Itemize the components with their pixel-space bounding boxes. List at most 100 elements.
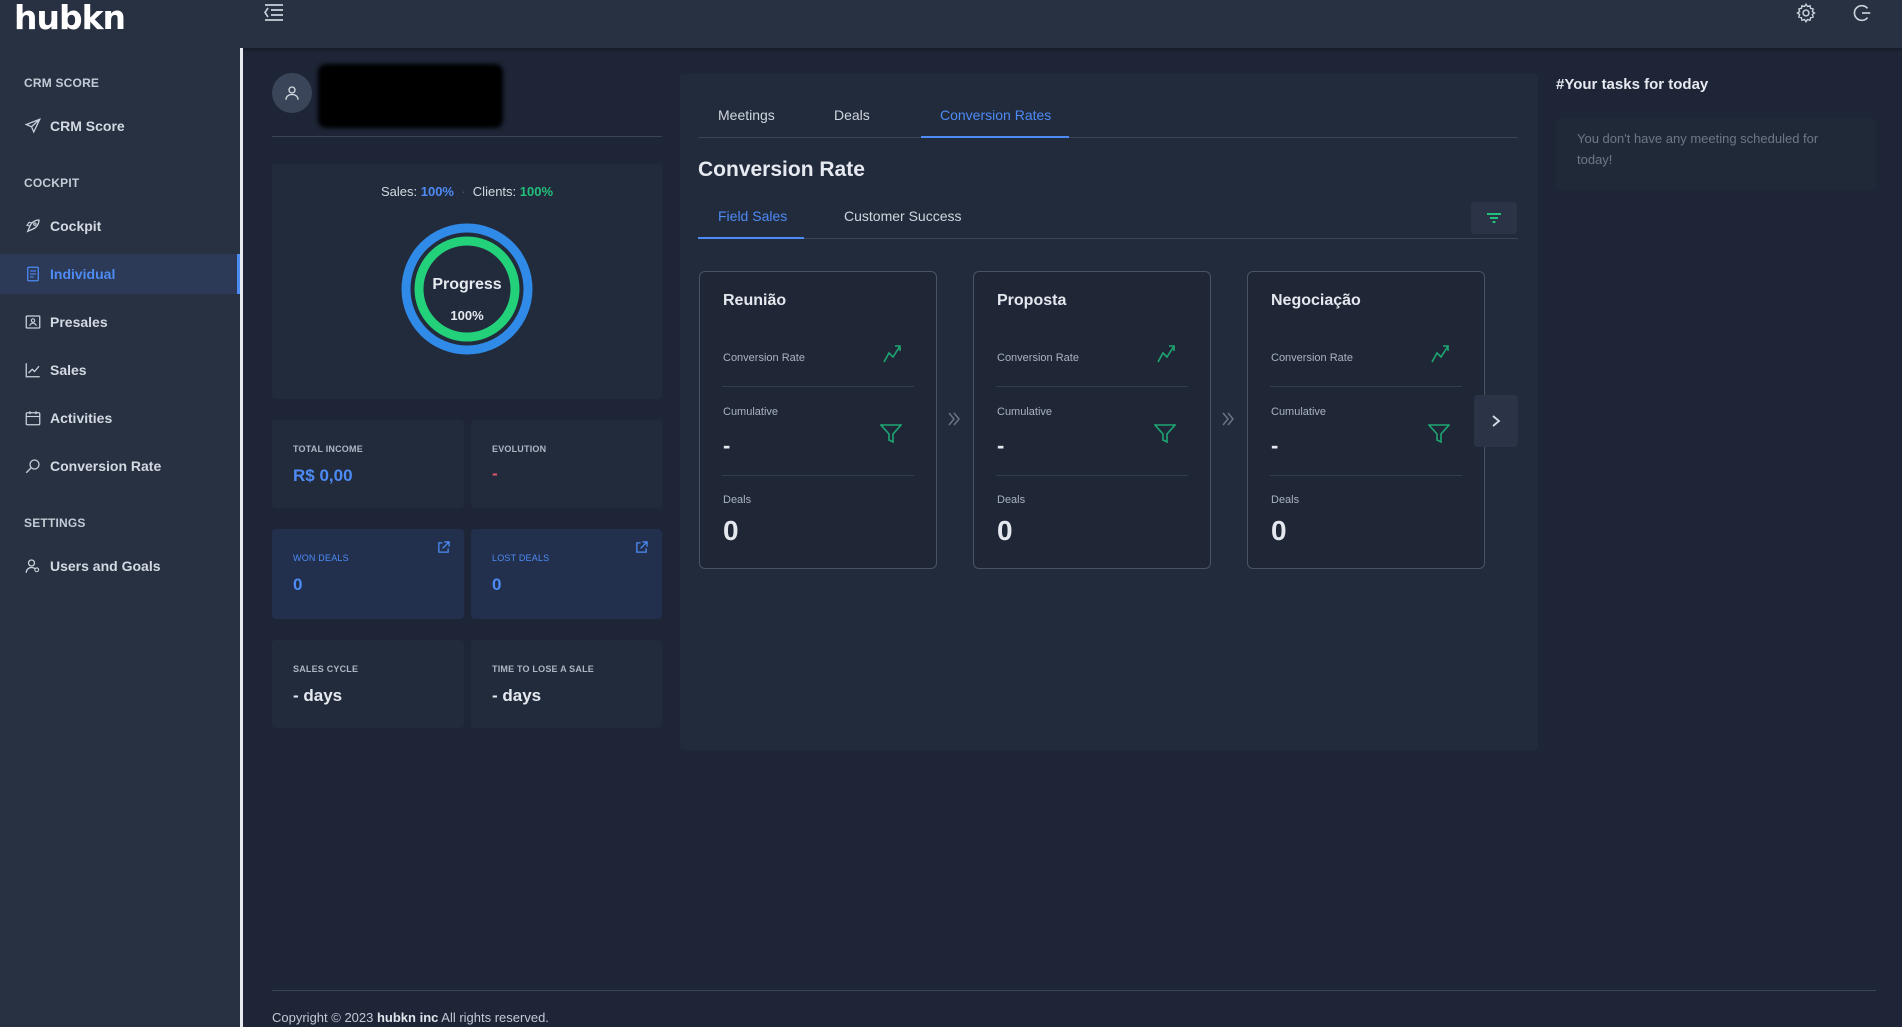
time-to-lose-label: TIME TO LOSE A SALE: [492, 664, 594, 674]
top-bar: hubkn: [0, 0, 1902, 48]
user-avatar[interactable]: [272, 73, 312, 113]
stage-name: Reunião: [723, 292, 787, 309]
deals-value: 0: [723, 515, 739, 546]
tabs-divider: [698, 137, 1518, 138]
send-icon: [24, 118, 42, 134]
progress-label: Progress: [432, 276, 502, 293]
tab-conversion-rates[interactable]: Conversion Rates: [940, 107, 1051, 123]
double-chevron-right-icon: [948, 412, 960, 426]
active-tab-indicator: [921, 136, 1069, 138]
redacted-user-name: [318, 64, 503, 128]
sales-cycle-label: SALES CYCLE: [293, 664, 359, 674]
sidebar-item-label: Conversion Rate: [50, 458, 162, 474]
sidebar-item-label: Cockpit: [50, 218, 102, 234]
card-divider: [1270, 386, 1462, 387]
subtab-customer-success[interactable]: Customer Success: [844, 208, 961, 224]
profile-divider: [272, 136, 662, 137]
presentation-icon: [25, 315, 41, 329]
trend-icon: [1431, 345, 1449, 363]
cumulative-value: -: [723, 433, 731, 458]
total-income-value: R$ 0,00: [293, 466, 353, 485]
card-divider: [996, 475, 1188, 476]
funnel-icon: [1428, 424, 1450, 444]
sidebar-item-label: Sales: [50, 362, 87, 378]
deals-label: Deals: [723, 494, 752, 506]
sales-label: Sales:: [380, 184, 418, 199]
subtab-field-sales[interactable]: Field Sales: [718, 208, 787, 224]
sidebar-item-sales[interactable]: Sales: [0, 350, 240, 390]
external-link-icon[interactable]: [437, 541, 450, 554]
card-divider: [996, 386, 1188, 387]
menu-toggle-icon[interactable]: [263, 2, 285, 22]
funnel-icon: [880, 424, 902, 444]
footer-divider: [272, 990, 1876, 991]
won-deals-value: 0: [293, 575, 303, 594]
lost-deals-card[interactable]: LOST DEALS 0: [471, 529, 662, 619]
double-chevron-right-icon: [1222, 412, 1234, 426]
settings-gear-icon[interactable]: [1795, 2, 1817, 24]
funnel-icon: [1154, 424, 1176, 444]
time-to-lose-card: TIME TO LOSE A SALE - days: [471, 640, 662, 728]
logout-icon[interactable]: [1851, 2, 1873, 24]
sidebar-item-activities[interactable]: Activities: [0, 398, 240, 438]
deals-label: Deals: [997, 494, 1026, 506]
stage-name: Proposta: [997, 292, 1067, 309]
tab-deals[interactable]: Deals: [834, 107, 870, 123]
stage-card-negociacao[interactable]: Negociação Conversion Rate Cumulative - …: [1247, 271, 1485, 569]
search-icon: [25, 459, 40, 474]
sidebar-item-individual[interactable]: Individual: [0, 254, 240, 294]
card-divider: [1270, 475, 1462, 476]
sidebar-item-label: Users and Goals: [50, 558, 161, 574]
total-income-label: TOTAL INCOME: [293, 444, 363, 454]
next-stages-button[interactable]: [1474, 395, 1518, 447]
clients-label: Clients:: [472, 184, 517, 199]
stage-card-proposta[interactable]: Proposta Conversion Rate Cumulative - De…: [973, 271, 1211, 569]
summary-separator: ·: [457, 184, 470, 199]
evolution-card: EVOLUTION -: [471, 420, 662, 508]
page-title: Conversion Rate: [698, 158, 865, 181]
won-deals-label: WON DEALS: [293, 553, 349, 563]
footer-rights: All rights reserved.: [438, 1010, 549, 1025]
trend-icon: [883, 345, 901, 363]
tab-meetings[interactable]: Meetings: [718, 107, 775, 123]
progress-panel: Sales: 100% · Clients: 100% Progress 100…: [272, 164, 662, 399]
sales-percentage: 100%: [420, 184, 454, 199]
deals-value: 0: [1271, 515, 1287, 546]
sidebar-item-conversion-rate[interactable]: Conversion Rate: [0, 446, 240, 486]
sidebar-item-crm-score[interactable]: CRM Score: [0, 106, 240, 146]
filter-icon: [1487, 213, 1501, 223]
conversion-rate-label: Conversion Rate: [997, 352, 1079, 364]
sidebar: CRM SCORE CRM Score COCKPIT Cockpit Indi…: [0, 48, 243, 1027]
line-chart-icon: [25, 363, 40, 378]
document-icon: [27, 266, 39, 282]
cumulative-label: Cumulative: [723, 406, 779, 418]
evolution-value: -: [492, 464, 498, 483]
won-deals-card[interactable]: WON DEALS 0: [272, 529, 464, 619]
sidebar-item-label: Activities: [50, 410, 113, 426]
sales-cycle-value: - days: [293, 686, 343, 705]
progress-summary: Sales: 100% · Clients: 100%: [272, 184, 662, 199]
cumulative-label: Cumulative: [997, 406, 1053, 418]
total-income-card: TOTAL INCOME R$ 0,00: [272, 420, 464, 508]
sidebar-item-cockpit[interactable]: Cockpit: [0, 206, 240, 246]
cumulative-label: Cumulative: [1271, 406, 1327, 418]
deals-value: 0: [997, 515, 1013, 546]
sidebar-item-users-and-goals[interactable]: Users and Goals: [0, 546, 240, 586]
sales-cycle-card: SALES CYCLE - days: [272, 640, 464, 728]
filter-button[interactable]: [1471, 202, 1517, 234]
card-divider: [722, 475, 914, 476]
sidebar-item-presales[interactable]: Presales: [0, 302, 240, 342]
conversion-rate-label: Conversion Rate: [723, 352, 805, 364]
footer-company[interactable]: hubkn inc: [377, 1010, 438, 1025]
cumulative-value: -: [1271, 433, 1279, 458]
lost-deals-value: 0: [492, 575, 502, 594]
sidebar-item-label: Presales: [50, 314, 108, 330]
tasks-empty-message: You don't have any meeting scheduled for…: [1577, 131, 1819, 167]
chevron-right-icon: [1492, 415, 1501, 427]
app-logo[interactable]: hubkn: [14, 0, 126, 37]
users-icon: [25, 559, 40, 573]
tasks-card: You don't have any meeting scheduled for…: [1556, 118, 1876, 190]
external-link-icon[interactable]: [635, 541, 648, 554]
stage-card-reuniao[interactable]: Reunião Conversion Rate Cumulative - Dea…: [699, 271, 937, 569]
progress-value: 100%: [450, 308, 484, 323]
